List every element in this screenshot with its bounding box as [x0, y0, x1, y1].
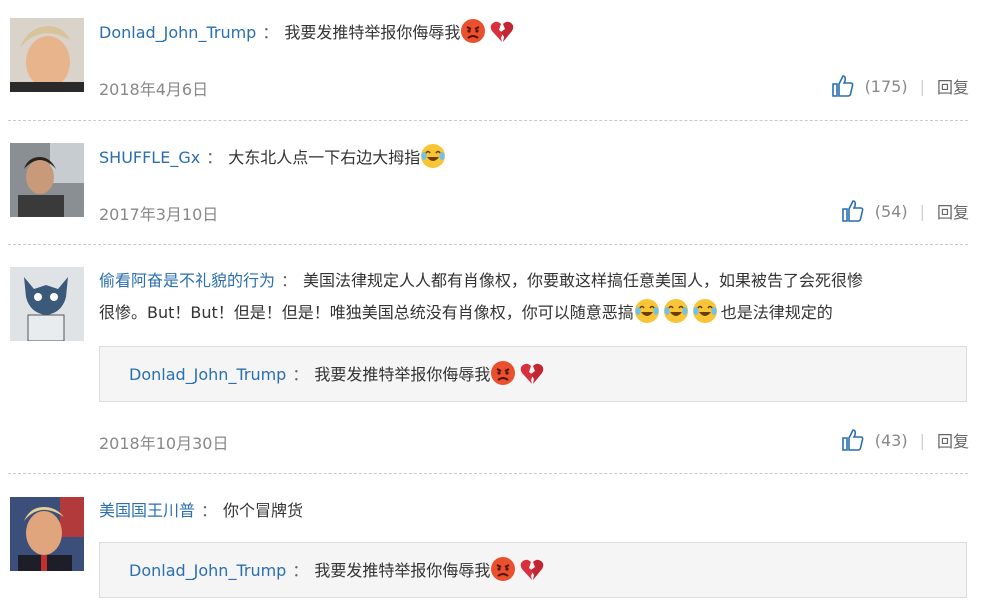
comment-text: 我要发推特举报你侮辱我: [284, 23, 461, 42]
comment-item: 偷看阿奋是不礼貌的行为 ： 美国法律规定人人都有肖像权，你要敢这样搞任意美国人，如果…: [0, 245, 1001, 473]
colon-separator: ：: [201, 501, 218, 520]
quoted-text: 我要发推特举报你侮辱我: [314, 365, 491, 384]
laughing-face-icon: [692, 298, 718, 324]
avatar[interactable]: [10, 143, 84, 217]
thumbs-up-icon[interactable]: [841, 199, 865, 223]
avatar[interactable]: [10, 267, 84, 341]
action-divider: |: [919, 76, 925, 96]
angry-face-icon: [460, 18, 486, 44]
quoted-text: 我要发推特举报你侮辱我: [314, 561, 491, 580]
colon-separator: ：: [262, 23, 279, 42]
quoted-username-link[interactable]: Donlad_John_Trump: [129, 365, 286, 384]
comment-text-line-2: 很惨。But！But！但是！但是！唯独美国总统没有肖像权，你可以随意恶搞: [99, 303, 634, 322]
colon-separator: ：: [292, 365, 309, 384]
like-count: (175): [864, 76, 908, 96]
reply-button[interactable]: 回复: [937, 428, 969, 452]
comment-text: 你个冒牌货: [223, 501, 304, 520]
quoted-username-link[interactable]: Donlad_John_Trump: [129, 561, 286, 580]
colon-separator: ：: [292, 561, 309, 580]
comment-item: Donlad_John_Trump：我要发推特举报你侮辱我 2018年4月6日 …: [0, 0, 1001, 120]
comment-item: SHUFFLE_Gx：大东北人点一下右边大拇指 2017年3月10日 (54) …: [0, 121, 1001, 245]
angry-face-icon: [490, 556, 516, 582]
avatar[interactable]: [10, 18, 84, 92]
reply-button[interactable]: 回复: [937, 199, 969, 223]
broken-heart-icon: [489, 18, 515, 44]
comment-date: 2017年3月10日: [99, 205, 219, 224]
comment-text: 大东北人点一下右边大拇指: [228, 148, 421, 167]
quoted-comment: Donlad_John_Trump ： 我要发推特举报你侮辱我: [99, 542, 967, 598]
thumbs-up-icon[interactable]: [831, 74, 855, 98]
thumbs-up-icon[interactable]: [841, 428, 865, 452]
username-link[interactable]: SHUFFLE_Gx: [99, 148, 200, 167]
colon-separator: ：: [206, 148, 223, 167]
comment-date: 2018年10月30日: [99, 434, 229, 453]
username-link[interactable]: 偷看阿奋是不礼貌的行为: [99, 271, 275, 290]
comment-text-line-1: 美国法律规定人人都有肖像权，你要敢这样搞任意美国人，如果被告了会死很惨: [303, 271, 864, 290]
avatar[interactable]: [10, 497, 84, 571]
comment-date: 2018年4月6日: [99, 80, 209, 99]
like-count: (54): [874, 201, 908, 221]
comment-text-tail: 也是法律规定的: [720, 303, 833, 322]
username-link[interactable]: 美国国王川普: [99, 501, 195, 520]
laughing-face-icon: [634, 298, 660, 324]
comment-item: 美国国王川普 ： 你个冒牌货 Donlad_John_Trump ： 我要发推特举报你侮…: [0, 474, 1001, 616]
angry-face-icon: [490, 360, 516, 386]
broken-heart-icon: [519, 360, 545, 386]
like-count: (43): [874, 430, 908, 450]
broken-heart-icon: [519, 556, 545, 582]
laughing-face-icon: [663, 298, 689, 324]
reply-button[interactable]: 回复: [937, 74, 969, 98]
quoted-comment: Donlad_John_Trump ： 我要发推特举报你侮辱我: [99, 346, 967, 402]
username-link[interactable]: Donlad_John_Trump: [99, 23, 256, 42]
laughing-face-icon: [420, 143, 446, 169]
colon-separator: ：: [281, 271, 298, 290]
action-divider: |: [919, 201, 925, 221]
action-divider: |: [919, 430, 925, 450]
